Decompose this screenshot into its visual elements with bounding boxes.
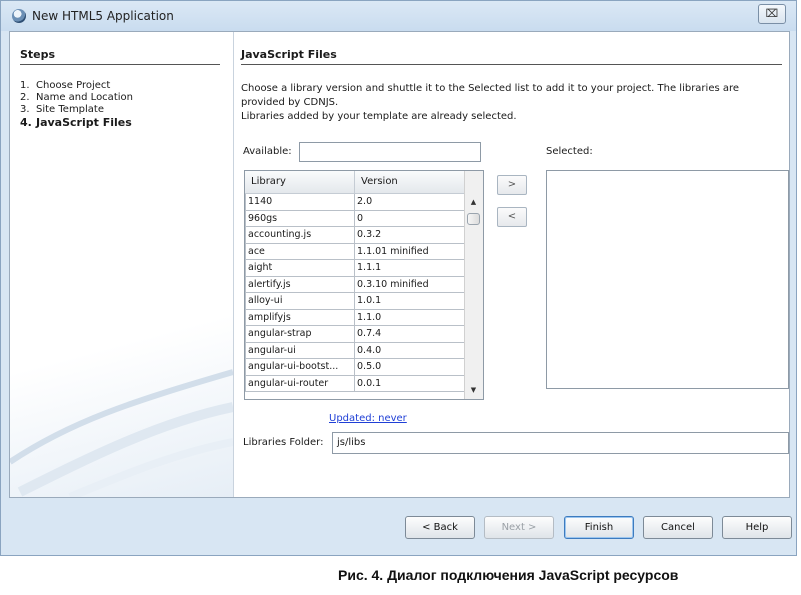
dialog-window: New HTML5 Application ⌧ Steps 1. Choose … (0, 0, 797, 556)
library-name-cell: ace (245, 243, 355, 260)
scroll-thumb[interactable] (467, 213, 480, 225)
library-name-cell: angular-ui (245, 342, 355, 359)
table-row[interactable]: aight 1.1.1 (245, 260, 465, 277)
window-title: New HTML5 Application (32, 9, 174, 23)
table-row[interactable]: alertify.js 0.3.10 minified (245, 276, 465, 293)
table-body: 1140 2.0 960gs 0 accounting.js 0.3.2 ace 1.1.01… (245, 194, 465, 392)
library-version-cell: 0.4.0 (355, 342, 465, 359)
table-row[interactable]: 1140 2.0 (245, 194, 465, 211)
finish-button[interactable]: Finish (564, 516, 634, 539)
table-row[interactable]: alloy-ui 1.0.1 (245, 293, 465, 310)
help-button[interactable]: Help (722, 516, 792, 539)
library-name-cell: angular-strap (245, 326, 355, 343)
step-number: 4. (20, 116, 32, 129)
updated-link[interactable]: Updated: never (329, 413, 407, 424)
library-version-cell: 0.3.10 minified (355, 276, 465, 293)
decorative-swoosh-graphic (10, 369, 233, 497)
step-label: JavaScript Files (36, 116, 132, 129)
library-name-cell: angular-ui-router (245, 375, 355, 392)
selected-libraries-list[interactable] (546, 170, 789, 389)
step-item: 3. Site Template (20, 104, 133, 116)
add-library-button[interactable]: > (497, 175, 527, 195)
table-header: Library Version (245, 171, 465, 194)
library-version-cell: 1.0.1 (355, 293, 465, 310)
step-label: Site Template (36, 104, 105, 115)
step-number: 2. (20, 92, 30, 103)
selected-label: Selected: (546, 146, 593, 157)
scroll-up-arrow-icon[interactable]: ▲ (465, 195, 482, 209)
description-line: Libraries added by your template are alr… (241, 111, 517, 122)
table-row[interactable]: accounting.js 0.3.2 (245, 227, 465, 244)
step-label: Choose Project (36, 80, 111, 91)
libraries-folder-label: Libraries Folder: (243, 437, 324, 448)
table-row[interactable]: angular-ui-bootst... 0.5.0 (245, 359, 465, 376)
library-version-cell: 1.1.01 minified (355, 243, 465, 260)
instructions-text: Choose a library version and shuttle it … (241, 82, 776, 124)
library-version-cell: 1.1.1 (355, 260, 465, 277)
page-title: JavaScript Files (241, 48, 782, 65)
step-number: 1. (20, 80, 30, 91)
back-button[interactable]: < Back (405, 516, 475, 539)
step-item: 2. Name and Location (20, 92, 133, 104)
table-row[interactable]: amplifyjs 1.1.0 (245, 309, 465, 326)
table-row[interactable]: angular-ui-router 0.0.1 (245, 375, 465, 392)
wizard-content: Steps 1. Choose Project 2. Name and Loca… (9, 31, 790, 498)
library-version-cell: 0.5.0 (355, 359, 465, 376)
step-item: 1. Choose Project (20, 80, 133, 92)
library-name-cell: alloy-ui (245, 293, 355, 310)
library-name-cell: aight (245, 260, 355, 277)
library-version-cell: 0 (355, 210, 465, 227)
next-button[interactable]: Next > (484, 516, 554, 539)
close-button[interactable]: ⌧ (758, 4, 786, 24)
library-name-cell: angular-ui-bootst... (245, 359, 355, 376)
available-label: Available: (243, 146, 292, 157)
available-libraries-table[interactable]: Library Version 1140 2.0 960gs 0 accounting.… (244, 170, 484, 400)
vertical-scrollbar[interactable]: ▲ ▼ (464, 171, 483, 399)
library-version-cell: 2.0 (355, 194, 465, 211)
library-version-cell: 0.7.4 (355, 326, 465, 343)
main-panel: JavaScript Files Choose a library versio… (241, 32, 789, 497)
library-version-cell: 0.0.1 (355, 375, 465, 392)
library-name-cell: amplifyjs (245, 309, 355, 326)
table-row[interactable]: 960gs 0 (245, 210, 465, 227)
cancel-button[interactable]: Cancel (643, 516, 713, 539)
table-row[interactable]: angular-ui 0.4.0 (245, 342, 465, 359)
library-version-cell: 1.1.0 (355, 309, 465, 326)
remove-library-button[interactable]: < (497, 207, 527, 227)
table-row[interactable]: ace 1.1.01 minified (245, 243, 465, 260)
step-label: Name and Location (36, 92, 133, 103)
title-bar[interactable]: New HTML5 Application ⌧ (1, 1, 796, 31)
netbeans-app-icon (12, 9, 26, 23)
steps-heading: Steps (20, 48, 220, 65)
library-version-cell: 0.3.2 (355, 227, 465, 244)
library-name-cell: accounting.js (245, 227, 355, 244)
library-name-cell: 960gs (245, 210, 355, 227)
figure-caption: Рис. 4. Диалог подключения JavaScript ре… (338, 567, 679, 583)
column-header-library[interactable]: Library (245, 171, 355, 193)
steps-panel: Steps 1. Choose Project 2. Name and Loca… (10, 32, 234, 497)
column-header-version[interactable]: Version (355, 171, 465, 193)
step-number: 3. (20, 104, 30, 115)
libraries-folder-field[interactable]: js/libs (332, 432, 789, 454)
library-name-cell: 1140 (245, 194, 355, 211)
description-line: Choose a library version and shuttle it … (241, 83, 740, 108)
step-item-current: 4. JavaScript Files (20, 116, 133, 130)
available-filter-input[interactable] (299, 142, 481, 162)
table-row[interactable]: angular-strap 0.7.4 (245, 326, 465, 343)
library-name-cell: alertify.js (245, 276, 355, 293)
steps-list: 1. Choose Project 2. Name and Location 3… (20, 80, 133, 130)
scroll-down-arrow-icon[interactable]: ▼ (465, 383, 482, 397)
